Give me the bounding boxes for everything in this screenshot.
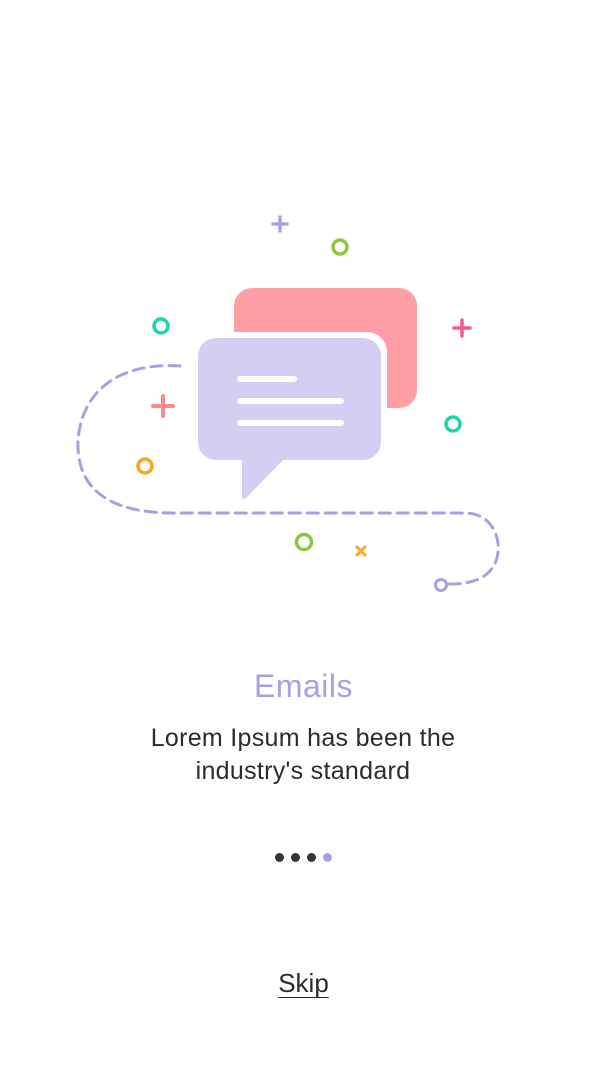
onboarding-title: Emails: [253, 668, 353, 704]
salmon-plus-icon: [151, 394, 175, 418]
path-end-circle: [434, 578, 448, 592]
skip-link[interactable]: Skip: [278, 968, 329, 998]
page-dot-2[interactable]: [291, 852, 300, 862]
purple-plus-icon: [271, 215, 289, 233]
teal-ring-icon: [152, 317, 170, 335]
page-indicator: [0, 850, 607, 864]
front-bubble: [193, 332, 387, 500]
page-dot-1[interactable]: [275, 852, 284, 862]
chat-bubbles-illustration: [76, 215, 500, 592]
orange-cross-icon: [355, 545, 367, 557]
teal-ring-right-icon: [444, 415, 462, 433]
page-dot-3[interactable]: [307, 852, 316, 862]
pink-plus-icon: [452, 318, 472, 338]
green-ring-icon: [331, 238, 349, 256]
orange-ring-icon: [136, 457, 154, 475]
onboarding-description: Lorem Ipsum has been the industry's stan…: [150, 724, 456, 785]
page-dot-4-active[interactable]: [323, 852, 332, 862]
green-ring-bottom-icon: [294, 532, 314, 552]
skip-container: Skip: [0, 966, 607, 1000]
